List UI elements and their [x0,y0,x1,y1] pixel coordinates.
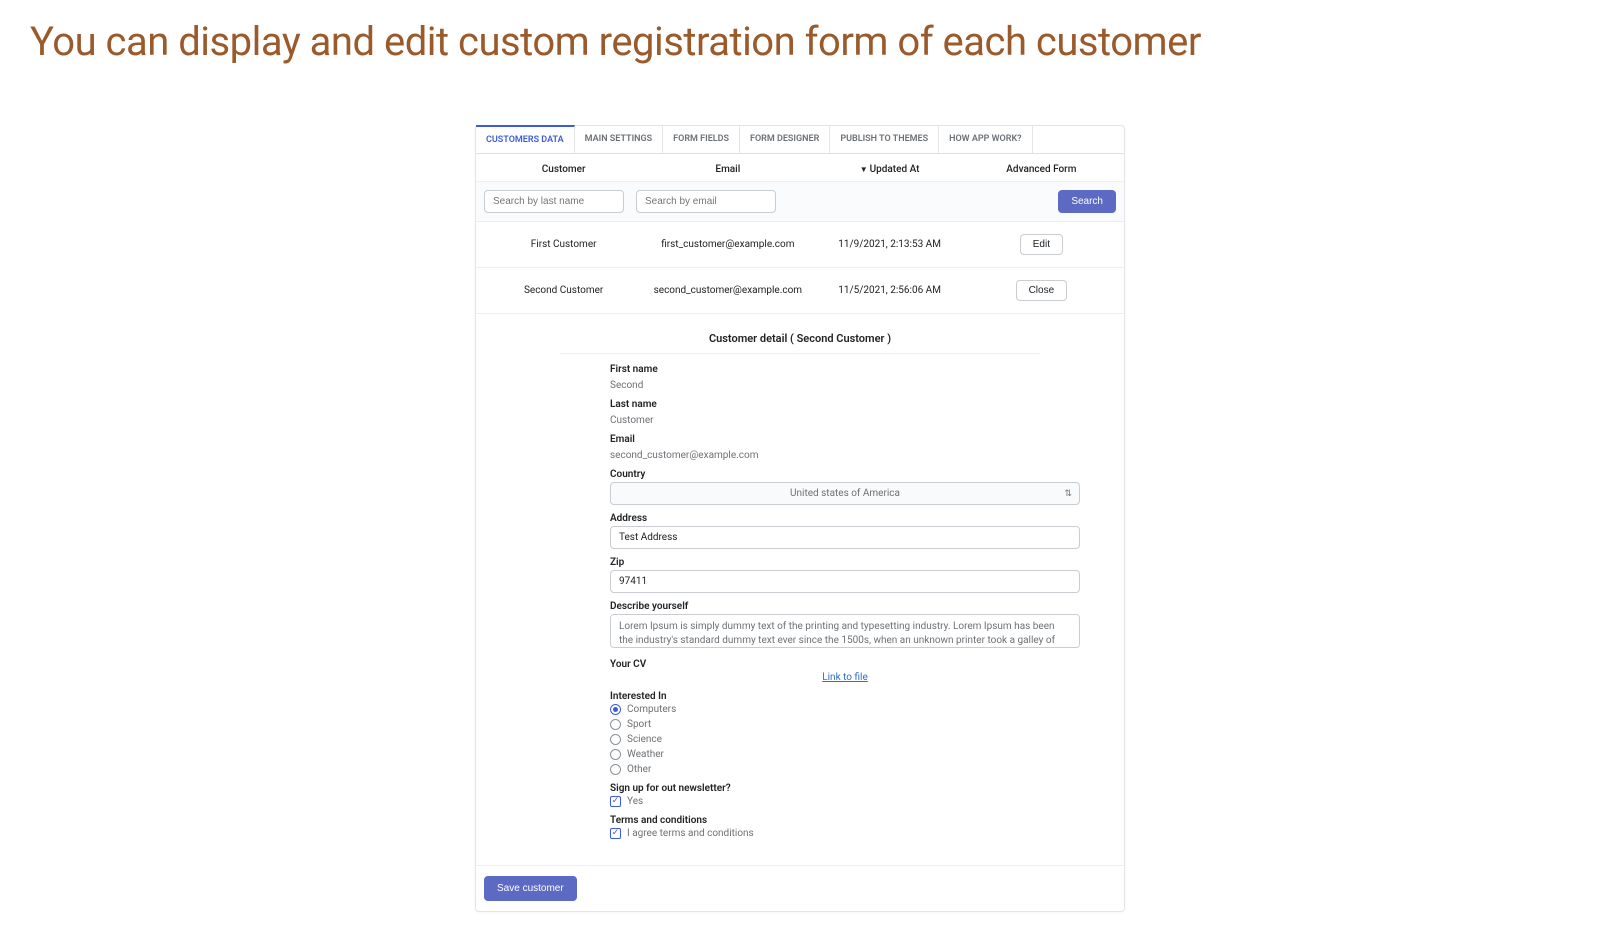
zip-label: Zip [610,557,1080,568]
newsletter-label: Sign up for out newsletter? [610,783,1080,794]
address-label: Address [610,513,1080,524]
radio-label: Sport [627,719,651,730]
tab-publish-themes[interactable]: PUBLISH TO THEMES [830,126,939,153]
newsletter-checkbox-row[interactable]: Yes [610,796,1080,807]
search-button[interactable]: Search [1058,190,1116,213]
cell-customer: Second Customer [484,285,643,296]
col-header-updated-label: Updated At [870,164,920,175]
email-label: Email [610,434,1080,445]
checkbox-label: I agree terms and conditions [627,828,754,839]
radio-option-science[interactable]: Science [610,734,1080,745]
search-lastname-input[interactable] [484,190,624,213]
cell-customer: First Customer [484,239,643,250]
radio-option-sport[interactable]: Sport [610,719,1080,730]
country-select[interactable]: United states of America [610,482,1080,505]
radio-icon [610,719,621,730]
radio-icon [610,764,621,775]
cell-email: first_customer@example.com [643,239,812,250]
checkbox-label: Yes [627,796,643,807]
edit-button[interactable]: Edit [1020,234,1063,255]
terms-label: Terms and conditions [610,815,1080,826]
search-row: Search [476,181,1124,222]
radio-label: Other [627,764,651,775]
last-name-value: Customer [610,415,654,426]
checkbox-icon [610,796,621,807]
radio-icon [610,704,621,715]
describe-label: Describe yourself [610,601,1080,612]
app-panel: CUSTOMERS DATA MAIN SETTINGS FORM FIELDS… [475,125,1125,912]
radio-label: Science [627,734,662,745]
cv-label: Your CV [610,659,1080,670]
describe-textarea[interactable]: Lorem Ipsum is simply dummy text of the … [610,614,1080,648]
email-value: second_customer@example.com [610,450,758,461]
tab-customers-data[interactable]: CUSTOMERS DATA [476,125,575,153]
col-header-updated-at[interactable]: ▼Updated At [812,164,966,175]
col-header-customer[interactable]: Customer [484,164,643,175]
interested-radio-group: Computers Sport Science Weather [610,704,1080,775]
radio-option-other[interactable]: Other [610,764,1080,775]
tab-main-settings[interactable]: MAIN SETTINGS [575,126,664,153]
col-header-advanced-form[interactable]: Advanced Form [967,164,1116,175]
page-title: You can display and edit custom registra… [30,18,1600,65]
cell-updated-at: 11/9/2021, 2:13:53 AM [812,239,966,250]
cell-updated-at: 11/5/2021, 2:56:06 AM [812,285,966,296]
table-header-row: Customer Email ▼Updated At Advanced Form [476,154,1124,181]
close-button[interactable]: Close [1016,280,1068,301]
cv-file-link[interactable]: Link to file [610,672,1080,683]
radio-option-computers[interactable]: Computers [610,704,1080,715]
tab-how-app-work[interactable]: HOW APP WORK? [939,126,1032,153]
last-name-label: Last name [610,399,1080,410]
customers-table: Customer Email ▼Updated At Advanced Form… [476,154,1124,911]
radio-icon [610,749,621,760]
search-email-input[interactable] [636,190,776,213]
country-label: Country [610,469,1080,480]
interested-label: Interested In [610,691,1080,702]
save-customer-button[interactable]: Save customer [484,876,577,901]
address-input[interactable] [610,526,1080,549]
table-row: Second Customer second_customer@example.… [476,268,1124,314]
detail-form: First name Second Last name Customer Ema… [610,364,1080,839]
detail-title: Customer detail ( Second Customer ) [560,326,1040,354]
tab-form-fields[interactable]: FORM FIELDS [663,126,740,153]
tabs-bar: CUSTOMERS DATA MAIN SETTINGS FORM FIELDS… [476,126,1124,154]
customer-detail-panel: Customer detail ( Second Customer ) Firs… [476,314,1124,865]
terms-checkbox-row[interactable]: I agree terms and conditions [610,828,1080,839]
first-name-label: First name [610,364,1080,375]
radio-label: Weather [627,749,664,760]
cell-email: second_customer@example.com [643,285,812,296]
detail-footer: Save customer [476,865,1124,911]
radio-label: Computers [627,704,676,715]
radio-icon [610,734,621,745]
first-name-value: Second [610,380,643,391]
checkbox-icon [610,828,621,839]
tab-form-designer[interactable]: FORM DESIGNER [740,126,830,153]
table-row: First Customer first_customer@example.co… [476,222,1124,268]
radio-option-weather[interactable]: Weather [610,749,1080,760]
zip-input[interactable] [610,570,1080,593]
sort-caret-icon: ▼ [860,165,868,174]
col-header-email[interactable]: Email [643,164,812,175]
